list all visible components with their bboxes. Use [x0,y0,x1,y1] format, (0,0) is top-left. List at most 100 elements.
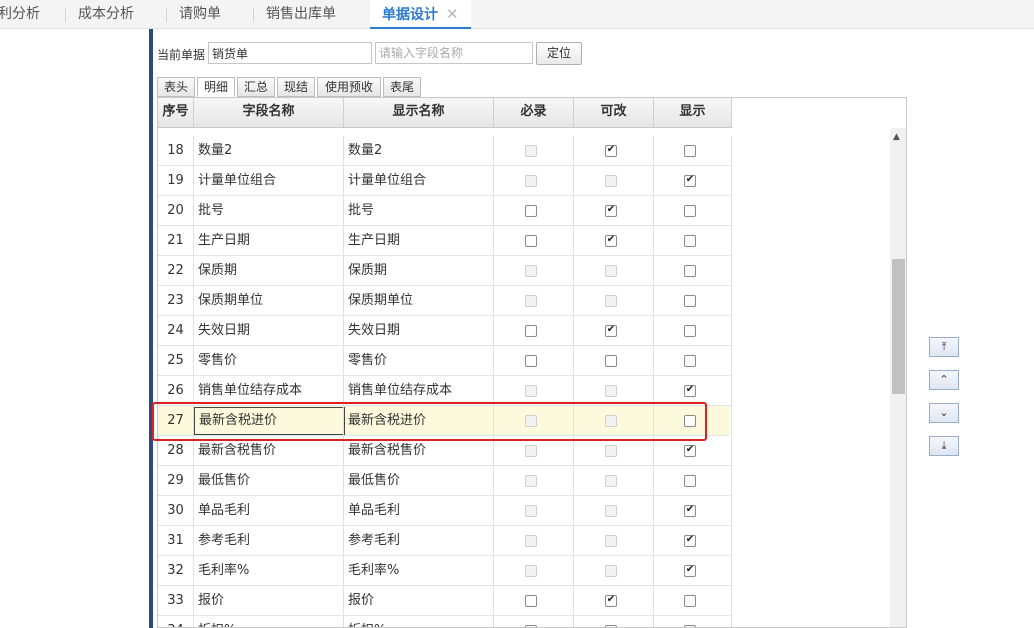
table-row[interactable]: 26 销售单位结存成本 销售单位结存成本 [158,376,732,406]
table-row[interactable]: 33 报价 报价 [158,586,732,616]
visible-checkbox[interactable] [684,175,696,187]
editable-checkbox[interactable] [605,355,617,367]
scroll-thumb[interactable] [892,259,905,394]
field-name-cell[interactable]: 计量单位组合 [194,166,344,195]
tab-profit-analysis[interactable]: 利分析 [0,0,40,28]
field-name-cell[interactable]: 零售价 [194,346,344,375]
table-row-selected[interactable]: 27 最新含税进价 最新含税进价 [158,406,732,436]
display-name-cell[interactable]: 计量单位组合 [344,166,494,195]
table-row[interactable]: 20 批号 批号 [158,196,732,226]
subtab-detail[interactable]: 明细 [197,77,235,97]
table-row[interactable]: 28 最新含税售价 最新含税售价 [158,436,732,466]
display-name-cell[interactable]: 参考毛利 [344,526,494,555]
field-name-cell[interactable]: 销售单位结存成本 [194,376,344,405]
table-row[interactable]: 23 保质期单位 保质期单位 [158,286,732,316]
subtab-use-prepayment[interactable]: 使用预收 [317,77,381,97]
required-checkbox[interactable] [525,205,537,217]
visible-checkbox[interactable] [684,325,696,337]
close-icon[interactable]: ✕ [446,5,459,23]
vertical-scrollbar[interactable]: ▲ [890,128,906,627]
display-name-cell[interactable]: 保质期单位 [344,286,494,315]
display-name-cell[interactable]: 销售单位结存成本 [344,376,494,405]
field-name-cell[interactable]: 报价 [194,586,344,615]
table-row[interactable]: 18 数量2 数量2 [158,136,732,166]
table-row[interactable]: 24 失效日期 失效日期 [158,316,732,346]
display-name-cell[interactable]: 单品毛利 [344,496,494,525]
visible-checkbox[interactable] [684,595,696,607]
display-name-cell[interactable]: 批号 [344,196,494,225]
table-row[interactable]: 34折扣%折扣% [158,616,732,627]
display-name-cell[interactable]: 最低售价 [344,466,494,495]
move-down-button[interactable]: ⌄ [929,403,959,423]
subtab-footer[interactable]: 表尾 [383,77,421,97]
column-header-no[interactable]: 序号 [158,98,194,127]
display-name-cell[interactable]: 折扣% [344,616,494,627]
field-name-cell[interactable]: 单品毛利 [194,496,344,525]
editable-checkbox[interactable] [605,205,617,217]
column-header-editable[interactable]: 可改 [574,98,654,127]
column-header-field-name[interactable]: 字段名称 [194,98,344,127]
field-name-cell[interactable]: 最新含税售价 [194,436,344,465]
column-header-visible[interactable]: 显示 [654,98,732,127]
editable-checkbox[interactable] [605,145,617,157]
column-header-display-name[interactable]: 显示名称 [344,98,494,127]
visible-checkbox[interactable] [684,565,696,577]
visible-checkbox[interactable] [684,445,696,457]
visible-checkbox[interactable] [684,235,696,247]
visible-checkbox[interactable] [684,535,696,547]
subtab-cash-settle[interactable]: 现结 [277,77,315,97]
visible-checkbox[interactable] [684,265,696,277]
table-row[interactable]: 21 生产日期 生产日期 [158,226,732,256]
required-checkbox[interactable] [525,595,537,607]
tab-sales-outbound[interactable]: 销售出库单 [253,0,336,28]
tab-cost-analysis[interactable]: 成本分析 [65,0,134,28]
scroll-up-arrow-icon[interactable]: ▲ [893,132,900,142]
required-checkbox[interactable] [525,325,537,337]
editable-checkbox[interactable] [605,325,617,337]
tab-document-design[interactable]: 单据设计 ✕ [370,0,471,29]
field-name-cell[interactable]: 折扣% [194,616,344,627]
table-row[interactable]: 25 零售价 零售价 [158,346,732,376]
visible-checkbox[interactable] [684,475,696,487]
table-row[interactable]: 32 毛利率% 毛利率% [158,556,732,586]
visible-checkbox[interactable] [684,205,696,217]
move-to-top-button[interactable]: ⤒ [929,337,959,357]
visible-checkbox[interactable] [684,385,696,397]
visible-checkbox[interactable] [684,355,696,367]
display-name-cell[interactable]: 数量2 [344,136,494,165]
move-to-bottom-button[interactable]: ⤓ [929,436,959,456]
visible-checkbox[interactable] [684,295,696,307]
table-row[interactable]: 29 最低售价 最低售价 [158,466,732,496]
visible-checkbox[interactable] [684,415,696,427]
required-checkbox[interactable] [525,235,537,247]
column-header-required[interactable]: 必录 [494,98,574,127]
display-name-cell[interactable]: 最新含税进价 [344,406,494,435]
display-name-cell[interactable]: 毛利率% [344,556,494,585]
table-row[interactable]: 31 参考毛利 参考毛利 [158,526,732,556]
table-row[interactable]: 30 单品毛利 单品毛利 [158,496,732,526]
subtab-summary[interactable]: 汇总 [237,77,275,97]
tab-purchase-request[interactable]: 请购单 [166,0,221,28]
field-name-cell[interactable]: 保质期 [194,256,344,285]
display-name-cell[interactable]: 保质期 [344,256,494,285]
field-search-input[interactable] [375,42,533,64]
subtab-header[interactable]: 表头 [157,77,195,97]
left-splitter[interactable] [149,29,153,628]
display-name-cell[interactable]: 报价 [344,586,494,615]
table-row[interactable]: 22 保质期 保质期 [158,256,732,286]
field-name-cell[interactable]: 批号 [194,196,344,225]
editable-checkbox[interactable] [605,235,617,247]
table-row[interactable]: 19 计量单位组合 计量单位组合 [158,166,732,196]
field-name-cell[interactable]: 参考毛利 [194,526,344,555]
display-name-cell[interactable]: 生产日期 [344,226,494,255]
display-name-cell[interactable]: 失效日期 [344,316,494,345]
field-name-cell[interactable]: 失效日期 [194,316,344,345]
display-name-cell[interactable]: 最新含税售价 [344,436,494,465]
field-name-cell[interactable] [194,406,344,435]
locate-button[interactable]: 定位 [536,42,582,65]
visible-checkbox[interactable] [684,505,696,517]
field-name-cell[interactable]: 生产日期 [194,226,344,255]
visible-checkbox[interactable] [684,145,696,157]
move-up-button[interactable]: ⌃ [929,370,959,390]
editable-checkbox[interactable] [605,595,617,607]
